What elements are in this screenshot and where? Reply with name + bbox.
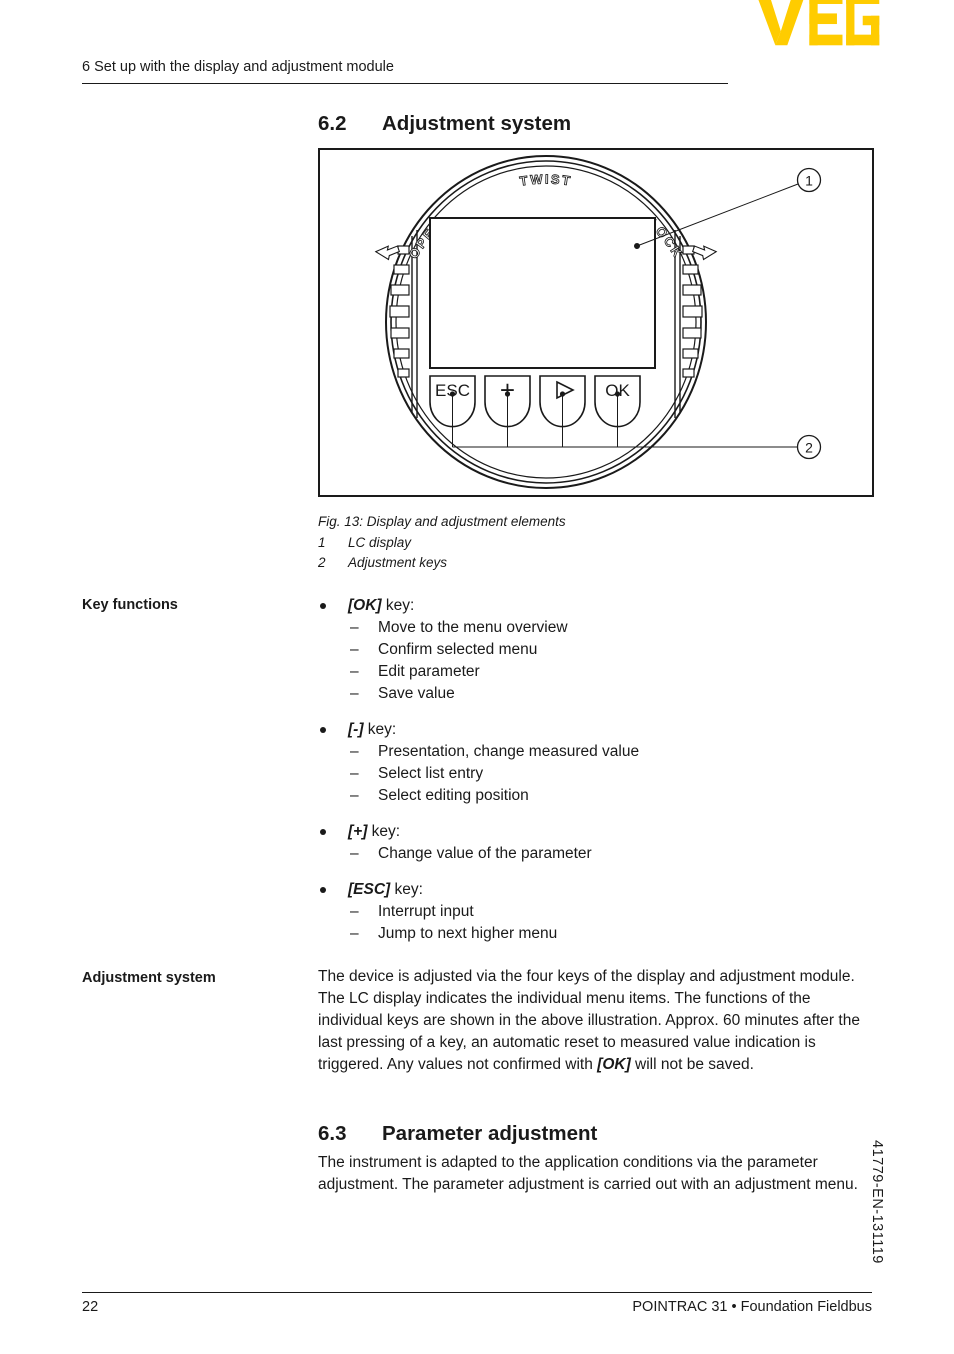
key-function-item-text: Presentation, change measured value bbox=[378, 743, 640, 760]
key-name: [-] bbox=[348, 721, 364, 738]
key-suffix: key: bbox=[390, 881, 423, 898]
adjustment-system-paragraph: The device is adjusted via the four keys… bbox=[318, 966, 874, 1076]
section-number: 6.3 bbox=[318, 1122, 347, 1145]
key-function-group-esc: [ESC] key: – Interrupt input – Jump to nex… bbox=[318, 879, 874, 945]
callout-2-number: 2 bbox=[805, 440, 813, 456]
dash-marker: – bbox=[350, 743, 359, 760]
section-title: Adjustment system bbox=[382, 112, 572, 135]
dash-marker: – bbox=[350, 925, 359, 942]
dash-marker: – bbox=[350, 663, 359, 680]
legend-text-1: LC display bbox=[348, 534, 412, 550]
key-function-item: – Save value bbox=[318, 683, 874, 705]
key-function-item: – Change value of the parameter bbox=[318, 843, 874, 865]
key-function-item-text: Select list entry bbox=[378, 765, 484, 782]
right-grip-ridges bbox=[682, 245, 703, 378]
dash-marker: – bbox=[350, 685, 359, 702]
paragraph-part-1: The device is adjusted via the four keys… bbox=[318, 968, 860, 1073]
key-function-item: – Confirm selected menu bbox=[318, 639, 874, 661]
key-function-item: – Move to the menu overview bbox=[318, 617, 874, 639]
key-function-item: – Select editing position bbox=[318, 785, 874, 807]
margin-label-adjustment-system: Adjustment system bbox=[82, 970, 216, 986]
margin-label-key-functions: Key functions bbox=[82, 597, 178, 613]
key-name: [OK] bbox=[348, 597, 382, 614]
key-function-item-text: Select editing position bbox=[378, 787, 529, 804]
page-header: 6 Set up with the display and adjustment… bbox=[82, 58, 872, 108]
section-heading-6-3: 6.3 Parameter adjustment bbox=[318, 1122, 597, 1146]
document-number: 41779-EN-131119 bbox=[869, 1140, 885, 1264]
key-name: [ESC] bbox=[348, 881, 391, 898]
key-function-item: – Jump to next higher menu bbox=[318, 923, 874, 945]
vega-logo-svg bbox=[758, 0, 880, 46]
twist-label: TWIST bbox=[519, 171, 574, 188]
bullet-icon bbox=[320, 727, 326, 733]
open-arrow-icon bbox=[374, 245, 401, 261]
lc-display bbox=[429, 217, 656, 369]
key-function-group-minus: [-] key: – Presentation, change measured … bbox=[318, 719, 874, 807]
paragraph-part-2: will not be saved. bbox=[630, 1056, 754, 1073]
key-suffix: key: bbox=[367, 823, 401, 840]
legend-number-1: 1 bbox=[318, 534, 326, 550]
display-module-diagram: TWIST OPEN LOCK ESC bbox=[374, 155, 822, 489]
legend-number-2: 2 bbox=[318, 555, 326, 570]
key-function-item-text: Confirm selected menu bbox=[378, 641, 538, 658]
chapter-title: 6 Set up with the display and adjustment… bbox=[82, 59, 394, 75]
dash-marker: – bbox=[350, 845, 359, 862]
bullet-icon bbox=[320, 603, 326, 609]
key-function-item-text: Jump to next higher menu bbox=[378, 925, 558, 942]
section-number: 6.2 bbox=[318, 112, 347, 135]
key-suffix: key: bbox=[363, 721, 397, 738]
figure-caption: Fig. 13: Display and adjustment elements bbox=[318, 514, 566, 529]
parameter-adjustment-paragraph: The instrument is adapted to the applica… bbox=[318, 1154, 858, 1193]
key-function-heading: [-] key: bbox=[318, 719, 874, 741]
bullet-icon bbox=[320, 829, 326, 835]
dash-marker: – bbox=[350, 765, 359, 782]
key-function-heading: [ESC] key: bbox=[318, 879, 874, 901]
paragraph-emphasis: [OK] bbox=[597, 1056, 631, 1073]
footer-product-name: POINTRAC 31 • Foundation Fieldbus bbox=[632, 1299, 872, 1315]
key-function-group-plus: [+] key: – Change value of the parameter bbox=[318, 821, 874, 865]
key-function-heading: [OK] key: bbox=[318, 595, 874, 617]
figure-caption-block: Fig. 13: Display and adjustment elements… bbox=[318, 512, 878, 574]
key-suffix: key: bbox=[381, 597, 415, 614]
key-function-item-text: Edit parameter bbox=[378, 663, 480, 680]
section-title: Parameter adjustment bbox=[382, 1122, 598, 1145]
figure-legend-item-2: 2 Adjustment keys bbox=[318, 553, 878, 574]
key-function-item-text: Save value bbox=[378, 685, 455, 702]
key-function-item: – Interrupt input bbox=[318, 901, 874, 923]
footer-divider bbox=[82, 1292, 872, 1294]
key-function-item: – Edit parameter bbox=[318, 661, 874, 683]
lock-arrow-icon bbox=[691, 245, 718, 261]
key-function-heading: [+] key: bbox=[318, 821, 874, 843]
section-heading-6-2: 6.2 Adjustment system bbox=[318, 112, 571, 136]
dash-marker: – bbox=[350, 619, 359, 636]
key-function-item-text: Change value of the parameter bbox=[378, 845, 592, 862]
key-function-item-text: Interrupt input bbox=[378, 903, 474, 920]
key-functions-list: [OK] key: – Move to the menu overview – Co… bbox=[318, 595, 874, 945]
header-divider bbox=[82, 83, 728, 85]
bullet-icon bbox=[320, 887, 326, 893]
vega-logo bbox=[756, 0, 885, 59]
key-name: [+] bbox=[348, 823, 368, 840]
dash-marker: – bbox=[350, 903, 359, 920]
dash-marker: – bbox=[350, 787, 359, 804]
adjustment-keys: ESC + OK bbox=[429, 375, 641, 428]
left-grip-ridges bbox=[389, 245, 410, 378]
callout-1-number: 1 bbox=[805, 173, 813, 189]
figure-13-frame: TWIST OPEN LOCK ESC bbox=[318, 148, 874, 497]
key-function-group-ok: [OK] key: – Move to the menu overview – Co… bbox=[318, 595, 874, 705]
figure-legend-item-1: 1 LC display bbox=[318, 533, 878, 554]
key-function-item: – Select list entry bbox=[318, 763, 874, 785]
legend-text-2: Adjustment keys bbox=[348, 555, 448, 570]
key-function-item-text: Move to the menu overview bbox=[378, 619, 568, 636]
key-function-item: – Presentation, change measured value bbox=[318, 741, 874, 763]
dash-marker: – bbox=[350, 641, 359, 658]
